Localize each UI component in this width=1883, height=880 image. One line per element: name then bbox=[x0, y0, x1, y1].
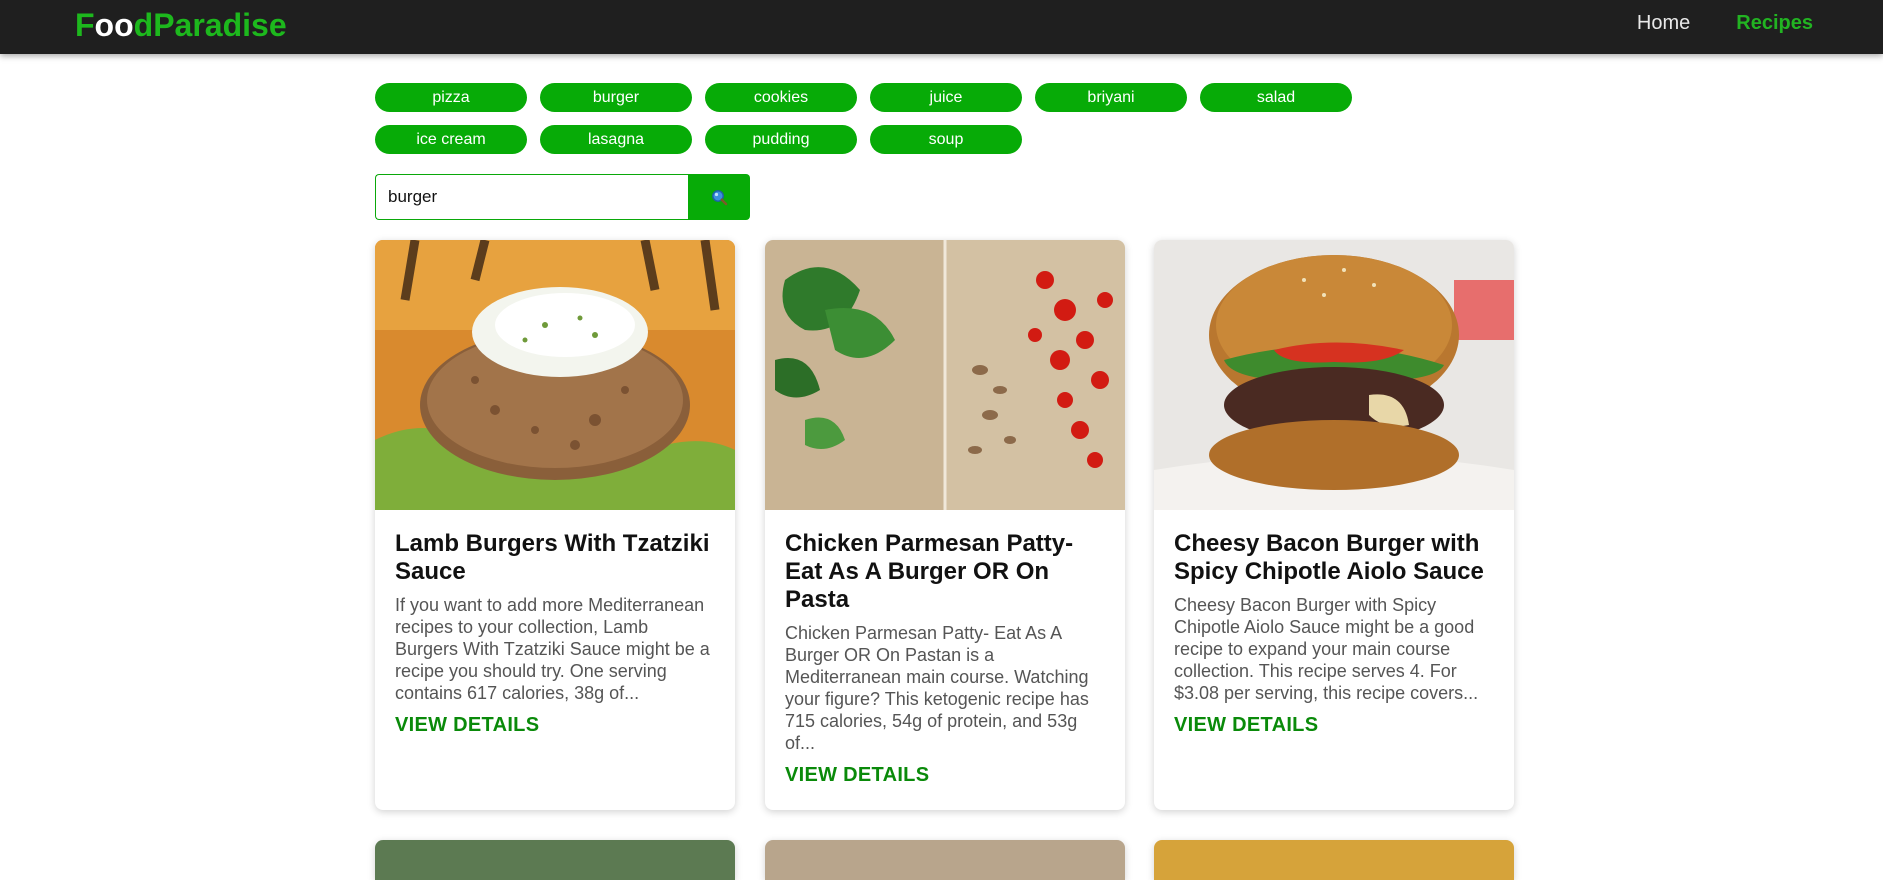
search-button[interactable] bbox=[688, 174, 750, 220]
recipe-description: Cheesy Bacon Burger with Spicy Chipotle … bbox=[1174, 595, 1479, 703]
logo-part: Paradise bbox=[153, 7, 287, 43]
search-icon bbox=[712, 190, 728, 206]
recipe-card-partial[interactable] bbox=[765, 840, 1125, 880]
search-bar bbox=[375, 174, 750, 220]
recipe-card: Chicken Parmesan Patty- Eat As A Burger … bbox=[765, 240, 1125, 810]
search-input[interactable] bbox=[375, 174, 688, 220]
recipe-card: Lamb Burgers With Tzatziki Sauce If you … bbox=[375, 240, 735, 810]
nav-recipes-link[interactable]: Recipes bbox=[1736, 12, 1813, 35]
nav-links: Home Recipes bbox=[1637, 12, 1813, 35]
recipe-description: Chicken Parmesan Patty- Eat As A Burger … bbox=[785, 623, 1089, 753]
view-details-link[interactable]: VIEW DETAILS bbox=[785, 764, 1105, 787]
recipe-card: Cheesy Bacon Burger with Spicy Chipotle … bbox=[1154, 240, 1514, 810]
chip-pizza[interactable]: pizza bbox=[375, 83, 527, 112]
category-chips: pizza burger cookies juice briyani salad… bbox=[375, 83, 1515, 154]
recipe-title: Cheesy Bacon Burger with Spicy Chipotle … bbox=[1174, 530, 1484, 585]
chip-salad[interactable]: salad bbox=[1200, 83, 1352, 112]
chip-juice[interactable]: juice bbox=[870, 83, 1022, 112]
view-details-link[interactable]: VIEW DETAILS bbox=[1174, 714, 1494, 737]
view-details-link[interactable]: VIEW DETAILS bbox=[395, 714, 715, 737]
recipe-image[interactable] bbox=[765, 240, 1125, 510]
recipe-title: Lamb Burgers With Tzatziki Sauce bbox=[395, 530, 710, 585]
chip-cookies[interactable]: cookies bbox=[705, 83, 857, 112]
navbar: FoodParadise Home Recipes bbox=[0, 0, 1883, 54]
recipe-image[interactable] bbox=[1154, 240, 1514, 510]
recipe-card-partial[interactable] bbox=[1154, 840, 1514, 880]
logo-part: F bbox=[75, 7, 95, 43]
logo[interactable]: FoodParadise bbox=[75, 7, 287, 44]
chip-ice-cream[interactable]: ice cream bbox=[375, 125, 527, 154]
logo-part: oo bbox=[94, 7, 134, 43]
logo-part: d bbox=[133, 7, 154, 43]
chip-burger[interactable]: burger bbox=[540, 83, 692, 112]
recipe-title: Chicken Parmesan Patty- Eat As A Burger … bbox=[785, 530, 1074, 613]
chip-briyani[interactable]: briyani bbox=[1035, 83, 1187, 112]
recipe-card-partial[interactable] bbox=[375, 840, 735, 880]
chip-pudding[interactable]: pudding bbox=[705, 125, 857, 154]
chip-soup[interactable]: soup bbox=[870, 125, 1022, 154]
nav-home-link[interactable]: Home bbox=[1637, 12, 1690, 35]
recipe-image[interactable] bbox=[375, 240, 735, 510]
recipe-description: If you want to add more Mediterranean re… bbox=[395, 595, 710, 703]
chip-lasagna[interactable]: lasagna bbox=[540, 125, 692, 154]
